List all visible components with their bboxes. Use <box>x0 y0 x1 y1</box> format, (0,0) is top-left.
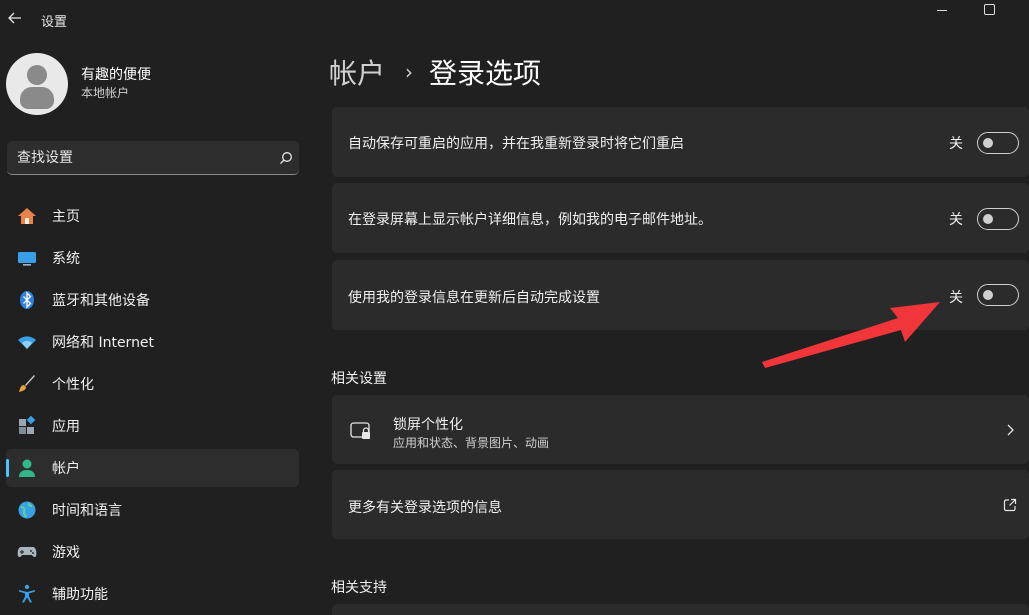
more-signin-info-link[interactable]: 更多有关登录选项的信息 <box>348 497 502 517</box>
globe-icon <box>17 500 37 520</box>
system-icon <box>17 248 37 268</box>
page-title: 登录选项 <box>429 57 542 90</box>
auto-finish-setup-toggle[interactable] <box>977 284 1019 306</box>
sidebar-item-apps[interactable]: 应用 <box>6 407 299 445</box>
lock-screen-personalization-card[interactable]: 锁屏个性化 应用和状态、背景图片、动画 <box>332 395 1029 464</box>
sidebar-item-accessibility[interactable]: 辅助功能 <box>6 575 299 613</box>
sidebar-item-personalization[interactable]: 个性化 <box>6 365 299 403</box>
lock-screen-icon <box>350 422 370 439</box>
related-settings-title: 相关设置 <box>331 371 387 387</box>
accessibility-icon <box>17 584 37 604</box>
back-arrow-icon <box>8 12 21 24</box>
account-icon <box>17 458 37 478</box>
setting-label: 使用我的登录信息在更新后自动完成设置 <box>348 290 600 306</box>
show-account-details-toggle[interactable] <box>977 208 1019 230</box>
sidebar-item-home[interactable]: 主页 <box>6 197 299 235</box>
setting-show-account-details: 在登录屏幕上显示帐户详细信息，例如我的电子邮件地址。 关 <box>332 183 1029 253</box>
sidebar-nav: 主页 系统 蓝牙和其他设备 网络和 Internet 个性化 应用 帐户 时间和… <box>6 197 299 615</box>
breadcrumb: 帐户 › 登录选项 <box>329 52 541 92</box>
external-link-icon <box>1003 498 1017 512</box>
search-box[interactable] <box>7 141 299 175</box>
sidebar-item-accounts[interactable]: 帐户 <box>6 449 299 487</box>
more-signin-info-card[interactable]: 更多有关登录选项的信息 <box>332 470 1029 539</box>
toggle-state-label: 关 <box>949 212 963 228</box>
brush-icon <box>17 374 37 394</box>
setting-label: 在登录屏幕上显示帐户详细信息，例如我的电子邮件地址。 <box>348 212 712 228</box>
search-icon[interactable] <box>279 151 293 165</box>
title-bar: 设置 <box>0 0 1029 40</box>
user-profile[interactable]: 有趣的便便 本地帐户 <box>6 53 151 115</box>
apps-icon <box>17 416 37 436</box>
sidebar-item-time-language[interactable]: 时间和语言 <box>6 491 299 529</box>
setting-restart-apps: 自动保存可重启的应用，并在我重新登录时将它们重启 关 <box>332 107 1029 177</box>
sidebar-item-system[interactable]: 系统 <box>6 239 299 277</box>
related-support-title: 相关支持 <box>331 580 387 596</box>
avatar <box>6 53 68 115</box>
wifi-icon <box>17 332 37 352</box>
breadcrumb-separator: › <box>405 60 414 84</box>
bluetooth-icon <box>17 290 37 310</box>
breadcrumb-parent[interactable]: 帐户 <box>329 52 385 92</box>
sidebar-item-gaming[interactable]: 游戏 <box>6 533 299 571</box>
home-icon <box>17 206 37 226</box>
restart-apps-toggle[interactable] <box>977 132 1019 154</box>
sidebar-item-bluetooth[interactable]: 蓝牙和其他设备 <box>6 281 299 319</box>
setting-label: 自动保存可重启的应用，并在我重新登录时将它们重启 <box>348 136 684 152</box>
search-input[interactable] <box>17 147 267 169</box>
lock-screen-subtitle: 应用和状态、背景图片、动画 <box>393 436 550 450</box>
maximize-button[interactable] <box>984 4 995 15</box>
profile-account-type: 本地帐户 <box>81 86 130 100</box>
related-support-card[interactable] <box>332 604 1029 615</box>
toggle-state-label: 关 <box>949 136 963 152</box>
annotation-arrow-icon <box>762 302 940 368</box>
minimize-button[interactable] <box>934 6 950 16</box>
gamepad-icon <box>17 542 37 562</box>
chevron-right-icon <box>1007 424 1014 436</box>
toggle-state-label: 关 <box>949 290 963 306</box>
profile-name: 有趣的便便 <box>81 67 151 83</box>
back-button[interactable] <box>4 7 26 29</box>
app-title: 设置 <box>41 15 68 30</box>
sidebar-item-network[interactable]: 网络和 Internet <box>6 323 299 361</box>
lock-screen-title: 锁屏个性化 <box>393 417 463 433</box>
